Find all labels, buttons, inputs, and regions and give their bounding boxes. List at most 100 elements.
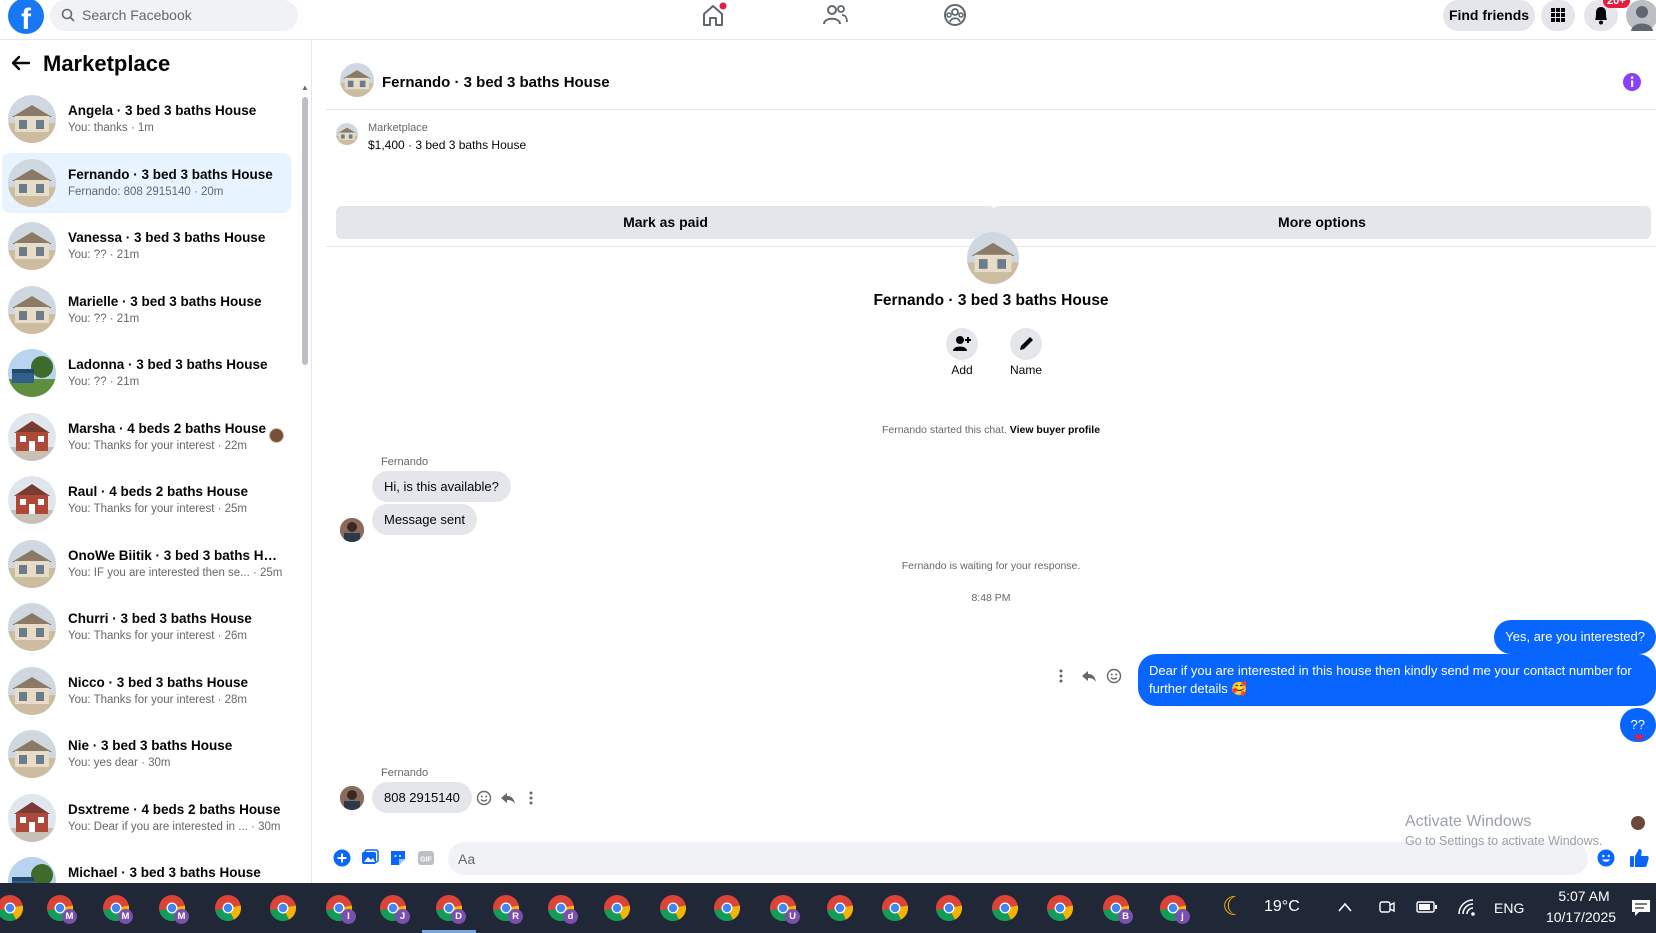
conversation-item[interactable]: Marsha · 4 beds 2 baths House You: Thanks… [2, 407, 291, 467]
gif-icon[interactable]: GIF [417, 849, 435, 867]
conversation-item[interactable]: Ladonna · 3 bed 3 baths House You: ?? · 2… [2, 343, 291, 403]
view-buyer-profile-link[interactable]: View buyer profile [1010, 424, 1100, 436]
chrome-icon [656, 891, 690, 925]
taskbar-chrome-icon[interactable]: I [322, 891, 356, 925]
plus-icon[interactable] [333, 849, 351, 867]
conversation-thumbnail [8, 95, 56, 143]
taskbar-chrome-icon[interactable] [988, 891, 1022, 925]
conversation-item[interactable]: Marielle · 3 bed 3 baths House You: ?? · … [2, 280, 291, 340]
profile-letter-badge: U [785, 909, 800, 924]
taskbar-chrome-icon[interactable] [1043, 891, 1077, 925]
taskbar-chrome-icon[interactable] [878, 891, 912, 925]
chrome-icon [823, 891, 857, 925]
groups-icon[interactable] [940, 2, 970, 28]
menu-grid-button[interactable] [1541, 0, 1575, 31]
conversation-item[interactable]: Dsxtreme · 4 beds 2 baths House You: Dear… [2, 788, 291, 848]
taskbar-chrome-icon[interactable]: B [1099, 891, 1133, 925]
chat-pane: Fernando · 3 bed 3 baths House Marketpla… [326, 52, 1656, 883]
taskbar-chrome-icon[interactable] [600, 891, 634, 925]
more-actions-icon[interactable] [526, 790, 536, 806]
more-options-button[interactable]: More options [993, 206, 1651, 239]
profile-avatar[interactable] [1626, 0, 1656, 31]
conversation-item[interactable]: Nie · 3 bed 3 baths House You: yes dear ·… [2, 724, 291, 784]
conversation-item[interactable]: Raul · 4 beds 2 baths House You: Thanks f… [2, 470, 291, 530]
add-button[interactable] [946, 328, 978, 360]
incoming-message[interactable]: 808 2915140 [372, 782, 472, 813]
taskbar-chrome-icon[interactable]: J [376, 891, 410, 925]
incoming-message[interactable]: Hi, is this available? [372, 471, 511, 502]
chat-thumbnail[interactable] [340, 63, 374, 97]
notification-center-icon[interactable] [1630, 898, 1652, 918]
sender-avatar[interactable] [340, 518, 364, 542]
react-icon[interactable] [476, 790, 492, 806]
conversation-item[interactable]: Michael · 3 bed 3 baths HouseYou: Dear i… [2, 851, 291, 883]
chevron-up-icon[interactable] [1336, 900, 1354, 914]
taskbar-chrome-icon[interactable]: d [544, 891, 578, 925]
clock-time[interactable]: 5:07 AM [1542, 888, 1626, 904]
mark-as-paid-button[interactable]: Mark as paid [336, 206, 995, 239]
conversation-item[interactable]: Vanessa · 3 bed 3 baths House You: ?? · 2… [2, 216, 291, 276]
emoji-icon[interactable] [1597, 849, 1615, 867]
conversation-item[interactable]: Fernando · 3 bed 3 baths House Fernando: … [2, 152, 291, 213]
taskbar-chrome-icon[interactable] [0, 891, 27, 925]
listing-info[interactable]: $1,400 · 3 bed 3 baths House [368, 138, 526, 152]
conversation-preview: You: ?? · 21m [68, 249, 140, 261]
taskbar-chrome-icon[interactable]: R [489, 891, 523, 925]
search-box[interactable]: Search Facebook [50, 0, 298, 31]
facebook-logo-icon[interactable]: f [8, 0, 44, 34]
sender-avatar[interactable] [340, 786, 364, 810]
profile-letter-badge: d [563, 909, 578, 924]
name-label: Name [1009, 363, 1042, 377]
meet-now-icon[interactable] [1378, 898, 1396, 916]
conversation-name: Marsha · 4 beds 2 baths House [68, 420, 267, 436]
chat-title[interactable]: Fernando · 3 bed 3 baths House [382, 74, 610, 91]
conversation-item[interactable]: Nicco · 3 bed 3 baths House You: Thanks f… [2, 661, 291, 721]
taskbar-chrome-icon[interactable] [823, 891, 857, 925]
reply-icon[interactable] [500, 790, 516, 806]
outgoing-message[interactable]: Dear if you are interested in this house… [1138, 654, 1656, 706]
taskbar-chrome-icon[interactable] [656, 891, 690, 925]
taskbar-chrome-icon[interactable] [211, 891, 245, 925]
conversation-thumbnail [8, 222, 56, 270]
listing-thumbnail[interactable] [336, 123, 358, 145]
more-actions-icon[interactable] [1056, 668, 1066, 684]
language-indicator[interactable]: ENG [1494, 900, 1524, 916]
wifi-icon[interactable] [1456, 897, 1478, 917]
search-input[interactable]: Search Facebook [82, 7, 192, 23]
conversation-item[interactable]: Angela · 3 bed 3 baths House You: thanks … [2, 89, 291, 149]
temperature[interactable]: 19°C [1264, 898, 1300, 916]
outgoing-message[interactable]: Yes, are you interested? [1494, 620, 1656, 654]
taskbar-chrome-icon[interactable]: M [99, 891, 133, 925]
conversation-thumbnail [8, 413, 56, 461]
info-icon[interactable] [1622, 72, 1642, 92]
taskbar-chrome-icon[interactable]: D [422, 891, 476, 933]
moon-icon[interactable]: ☾ [1222, 891, 1245, 922]
home-icon[interactable] [698, 2, 728, 28]
sidebar-scrollbar[interactable] [302, 97, 308, 365]
photo-icon[interactable] [361, 849, 379, 867]
taskbar-chrome-icon[interactable]: M [43, 891, 77, 925]
taskbar-chrome-icon[interactable]: M [155, 891, 189, 925]
sticker-icon[interactable] [389, 849, 407, 867]
taskbar-chrome-icon[interactable] [932, 891, 966, 925]
profile-letter-badge: M [118, 909, 133, 924]
reply-icon[interactable] [1081, 668, 1097, 684]
react-icon[interactable] [1106, 668, 1122, 684]
clock-date[interactable]: 10/17/2025 [1534, 909, 1628, 925]
name-button[interactable] [1010, 328, 1042, 360]
taskbar-chrome-icon[interactable] [710, 891, 744, 925]
taskbar-chrome-icon[interactable] [266, 891, 300, 925]
conversation-item[interactable]: OnoWe Biitik · 3 bed 3 baths Ho... You: I… [2, 534, 291, 594]
friends-icon[interactable] [820, 2, 850, 28]
back-arrow-icon[interactable] [11, 55, 31, 71]
heart-reaction-icon[interactable]: ❤ [1634, 731, 1644, 745]
find-friends-button[interactable]: Find friends [1443, 0, 1535, 31]
incoming-message[interactable]: Message sent [372, 504, 477, 535]
like-icon[interactable] [1628, 847, 1650, 869]
taskbar-chrome-icon[interactable]: U [766, 891, 800, 925]
conversation-item[interactable]: Churri · 3 bed 3 baths House You: Thanks … [2, 597, 291, 657]
scroll-up-icon[interactable]: ▲ [301, 83, 309, 92]
conversation-preview: You: Thanks for your interest · 25m [68, 503, 247, 515]
taskbar-chrome-icon[interactable]: j [1156, 891, 1190, 925]
battery-icon[interactable] [1416, 899, 1438, 915]
